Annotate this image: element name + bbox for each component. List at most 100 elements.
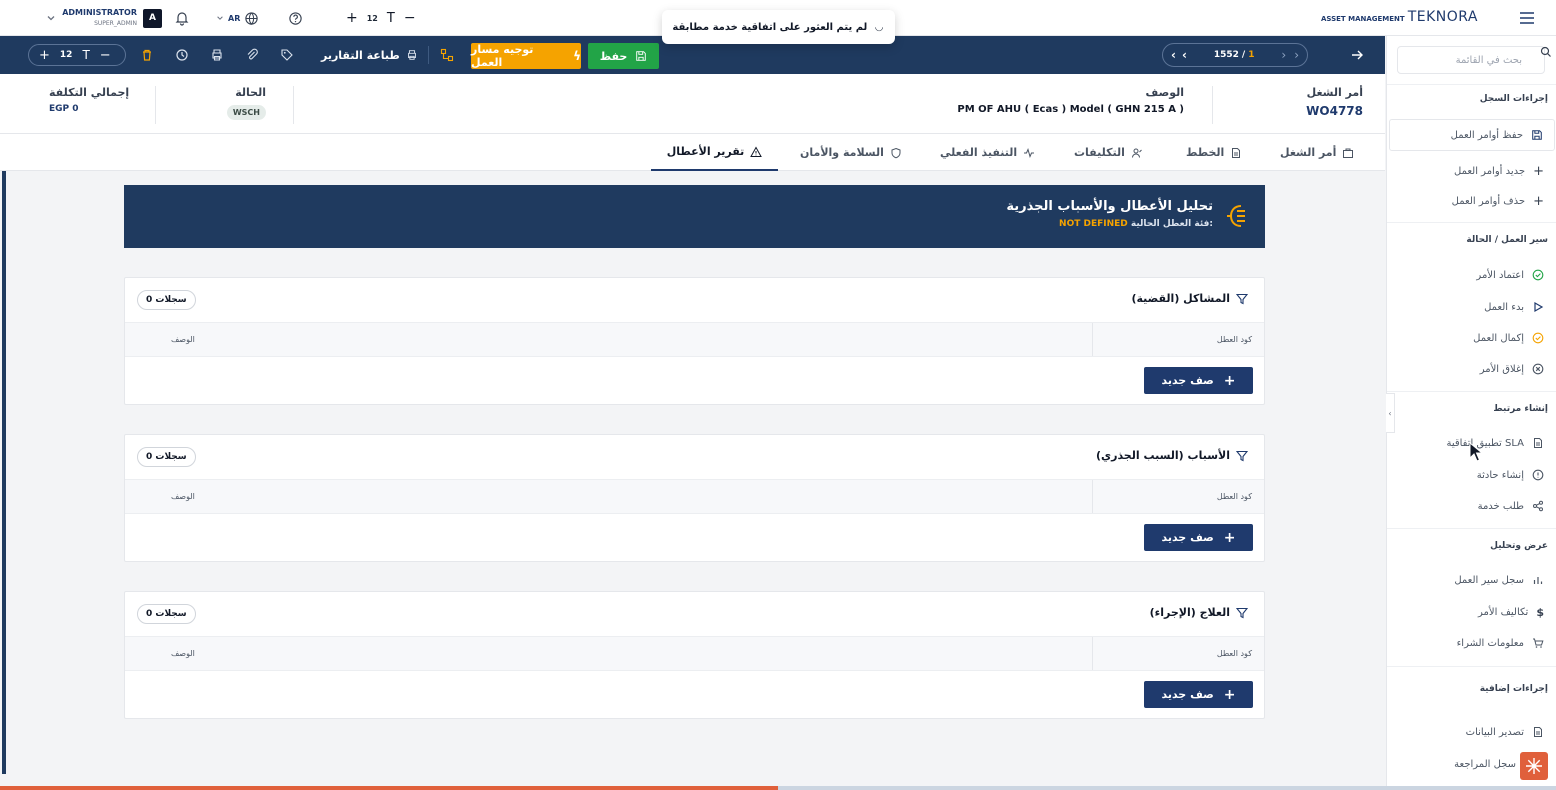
sidebar-item-audit-log[interactable]: سجل المراجعة xyxy=(1454,754,1516,774)
remedies-card: العلاج (الإجراء) 0 سجلات كود العطل الوصف… xyxy=(124,591,1265,719)
sidebar-item-purchase-info[interactable]: معلومات الشراء xyxy=(1457,633,1544,653)
tab-label: التكليفات xyxy=(1074,146,1125,159)
bar-chart-icon xyxy=(1533,577,1543,584)
add-row-label: صف جديد xyxy=(1161,531,1214,544)
sidebar-item-close[interactable]: إغلاق الأمر xyxy=(1480,359,1544,379)
font-size-value: 12 xyxy=(59,50,73,60)
workflow-icon[interactable] xyxy=(440,36,454,74)
actions-sidebar: بحث في القائمة إجراءات السجل حفظ أوامر ا… xyxy=(1386,36,1556,786)
close-circle-icon xyxy=(1532,363,1544,375)
shield-icon xyxy=(891,147,901,158)
add-row-label: صف جديد xyxy=(1161,374,1214,387)
sidebar-collapse-toggle[interactable]: ‹ xyxy=(1386,393,1395,433)
avatar[interactable]: A xyxy=(143,8,162,28)
divider xyxy=(293,86,294,124)
sidebar-item-label: إنشاء حادثة xyxy=(1476,469,1524,481)
sidebar-item-label: حفظ أوامر العمل xyxy=(1450,129,1523,141)
sidebar-item-new-wo[interactable]: جديد أوامر العمل + xyxy=(1454,161,1544,181)
hamburger-menu-icon[interactable] xyxy=(1519,0,1535,36)
failure-class-value: NOT DEFINED xyxy=(1059,219,1128,229)
font-decrease-button[interactable]: − xyxy=(404,10,416,26)
status-label: الحالة xyxy=(235,86,266,99)
history-icon[interactable] xyxy=(173,46,191,64)
chevron-right-double-icon[interactable]: ‹ xyxy=(1182,48,1187,62)
divider xyxy=(1387,528,1556,529)
sidebar-item-order-costs[interactable]: تكاليف الأمر $ xyxy=(1478,602,1544,622)
toolbar-font-size: + 12 T − xyxy=(28,43,126,67)
plus-icon: + xyxy=(1533,193,1544,209)
attachment-icon[interactable] xyxy=(243,46,261,64)
font-increase-button[interactable]: + xyxy=(39,48,50,63)
user-name: ADMINISTRATOR xyxy=(62,8,137,17)
section-workflow: سير العمل / الحالة xyxy=(1466,235,1548,245)
language-switcher[interactable]: AR xyxy=(216,0,259,36)
scroll-indicator xyxy=(2,171,6,774)
delete-icon[interactable] xyxy=(138,46,156,64)
sidebar-item-start[interactable]: بدء العمل xyxy=(1484,297,1544,317)
card-title-text: الأسباب (السبب الجذري) xyxy=(1096,449,1230,462)
divider xyxy=(1387,391,1556,392)
save-icon xyxy=(636,51,647,61)
sidebar-item-approve[interactable]: اعتماد الأمر xyxy=(1476,265,1544,285)
route-workflow-label: توجيه مسار العمل xyxy=(471,43,534,69)
print-icon[interactable] xyxy=(208,46,226,64)
tab-work-order[interactable]: أمر الشغل xyxy=(1280,134,1354,171)
dollar-icon: $ xyxy=(1536,605,1544,619)
document-icon xyxy=(1232,147,1241,158)
tab-safety[interactable]: السلامة والأمان xyxy=(800,134,902,171)
chevron-right-icon[interactable]: › xyxy=(1294,48,1299,62)
tab-label: أمر الشغل xyxy=(1280,146,1337,159)
save-icon xyxy=(1532,130,1542,140)
chevron-left-icon[interactable]: ‹ ‹ xyxy=(1171,48,1187,62)
chevron-right-icon[interactable]: ‹ xyxy=(1171,48,1176,62)
sidebar-item-delete-wo[interactable]: حذف أوامر العمل + xyxy=(1452,191,1544,211)
tab-label: تقرير الأعطال xyxy=(666,145,745,158)
tab-assignments[interactable]: التكليفات xyxy=(1074,134,1143,171)
toolbar-icon-group xyxy=(138,36,296,74)
causes-card: الأسباب (السبب الجذري) 0 سجلات كود العطل… xyxy=(124,434,1265,562)
column-fault-code: كود العطل xyxy=(1092,637,1264,670)
text-size-icon: T xyxy=(82,48,90,62)
sidebar-item-label: سجل سير العمل xyxy=(1454,574,1524,586)
font-decrease-button[interactable]: − xyxy=(100,48,111,63)
arrow-right-icon[interactable] xyxy=(1350,36,1364,74)
toast-notification: لم يتم العثور على اتفاقية خدمة مطابقة ◡ xyxy=(662,10,895,44)
route-workflow-button[interactable]: توجيه مسار العمل ϟ xyxy=(471,43,581,69)
plus-icon: + xyxy=(1223,529,1236,546)
print-reports-button[interactable]: طباعة التقارير xyxy=(321,36,418,74)
section-record-actions: إجراءات السجل xyxy=(1479,94,1548,104)
tag-icon[interactable] xyxy=(278,46,296,64)
sidebar-item-service-request[interactable]: طلب خدمة xyxy=(1478,496,1544,516)
help-icon[interactable] xyxy=(288,0,303,36)
sidebar-item-apply-sla[interactable]: تطبيق اتفاقية SLA xyxy=(1446,433,1544,453)
play-icon xyxy=(1534,301,1544,313)
sidebar-item-complete[interactable]: إكمال العمل xyxy=(1473,328,1544,348)
font-increase-button[interactable]: + xyxy=(346,10,358,26)
user-info[interactable]: ADMINISTRATOR SUPER_ADMIN A xyxy=(44,0,162,36)
table-header: كود العطل الوصف xyxy=(125,322,1264,357)
sidebar-item-save-wo[interactable]: حفظ أوامر العمل xyxy=(1389,119,1555,151)
text-size-icon: T xyxy=(386,10,395,26)
chevron-right-icon[interactable]: › xyxy=(1281,48,1286,62)
tab-label: السلامة والأمان xyxy=(800,146,884,159)
section-extra-actions: إجراءات إضافية xyxy=(1479,684,1548,694)
column-fault-code: كود العطل xyxy=(1092,480,1264,513)
failure-class-label: فئة العطل الحالية: xyxy=(1130,219,1213,229)
add-row-button[interactable]: صف جديد + xyxy=(1144,367,1253,394)
card-title: العلاج (الإجراء) xyxy=(1150,606,1248,619)
sidebar-item-workflow-log[interactable]: سجل سير العمل xyxy=(1454,570,1544,590)
print-reports-label: طباعة التقارير xyxy=(321,48,400,62)
add-row-button[interactable]: صف جديد + xyxy=(1144,681,1253,708)
tab-plans[interactable]: الخطط xyxy=(1186,134,1242,171)
save-button[interactable]: حفظ xyxy=(588,43,659,69)
tab-failure-report[interactable]: تقرير الأعطال xyxy=(651,134,778,171)
sidebar-item-export-data[interactable]: تصدير البيانات xyxy=(1466,722,1544,742)
sidebar-search-input[interactable]: بحث في القائمة xyxy=(1397,46,1545,74)
sidebar-item-create-incident[interactable]: إنشاء حادثة xyxy=(1477,465,1544,485)
assistant-launcher-icon[interactable] xyxy=(1520,752,1548,780)
pager-prev-group: › › xyxy=(1281,48,1299,62)
bell-icon[interactable] xyxy=(174,0,190,36)
tab-actual-execution[interactable]: التنفيذ الفعلي xyxy=(940,134,1035,171)
add-row-button[interactable]: صف جديد + xyxy=(1144,524,1253,551)
table-header: كود العطل الوصف xyxy=(125,636,1264,671)
